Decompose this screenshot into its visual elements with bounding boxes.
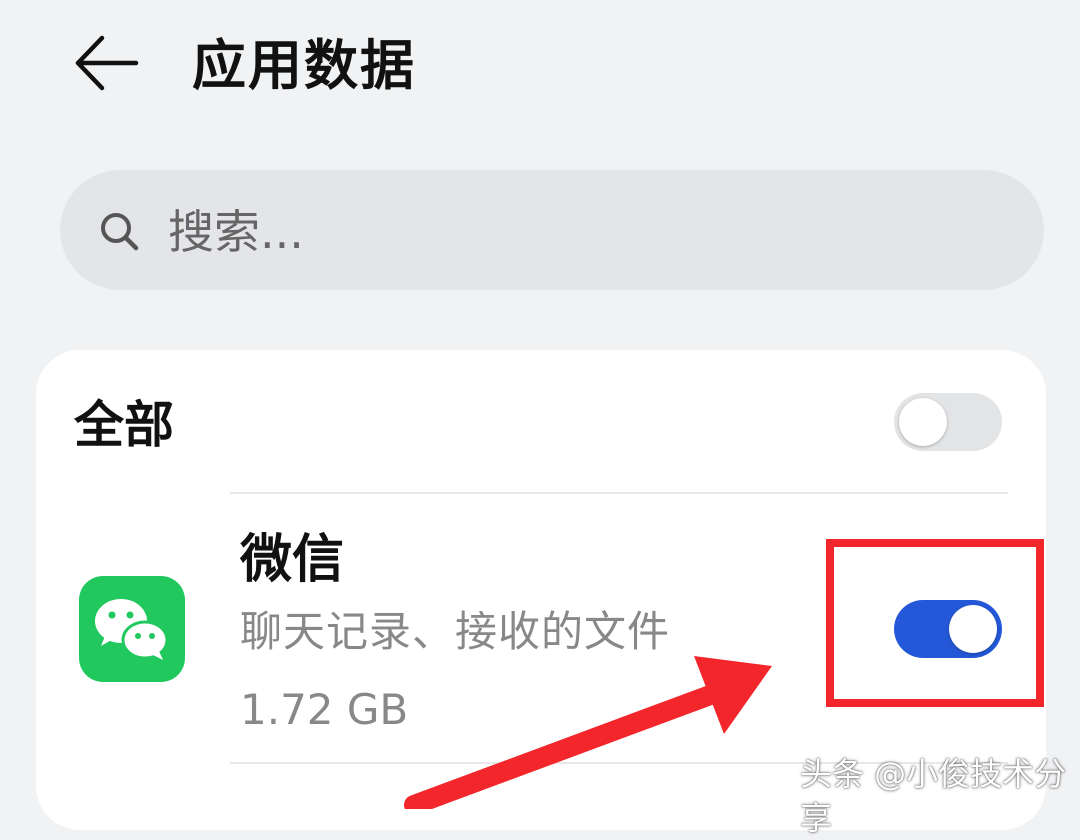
app-name: 微信 bbox=[240, 530, 345, 590]
toggle-knob bbox=[899, 398, 947, 446]
wechat-icon bbox=[79, 576, 185, 682]
watermark: 头条 @小俊技术分享 bbox=[800, 755, 1067, 837]
red-arrow-icon bbox=[404, 656, 772, 809]
search-input[interactable]: 搜索... bbox=[168, 200, 304, 264]
page-title: 应用数据 bbox=[192, 34, 416, 97]
all-toggle[interactable] bbox=[894, 393, 1002, 451]
divider bbox=[230, 492, 1008, 494]
back-button[interactable] bbox=[72, 30, 144, 96]
app-size: 1.72 GB bbox=[240, 685, 409, 734]
highlight-box bbox=[826, 539, 1044, 707]
search-icon bbox=[101, 213, 139, 251]
all-label: 全部 bbox=[74, 396, 174, 454]
arrow-left-icon bbox=[75, 35, 139, 91]
